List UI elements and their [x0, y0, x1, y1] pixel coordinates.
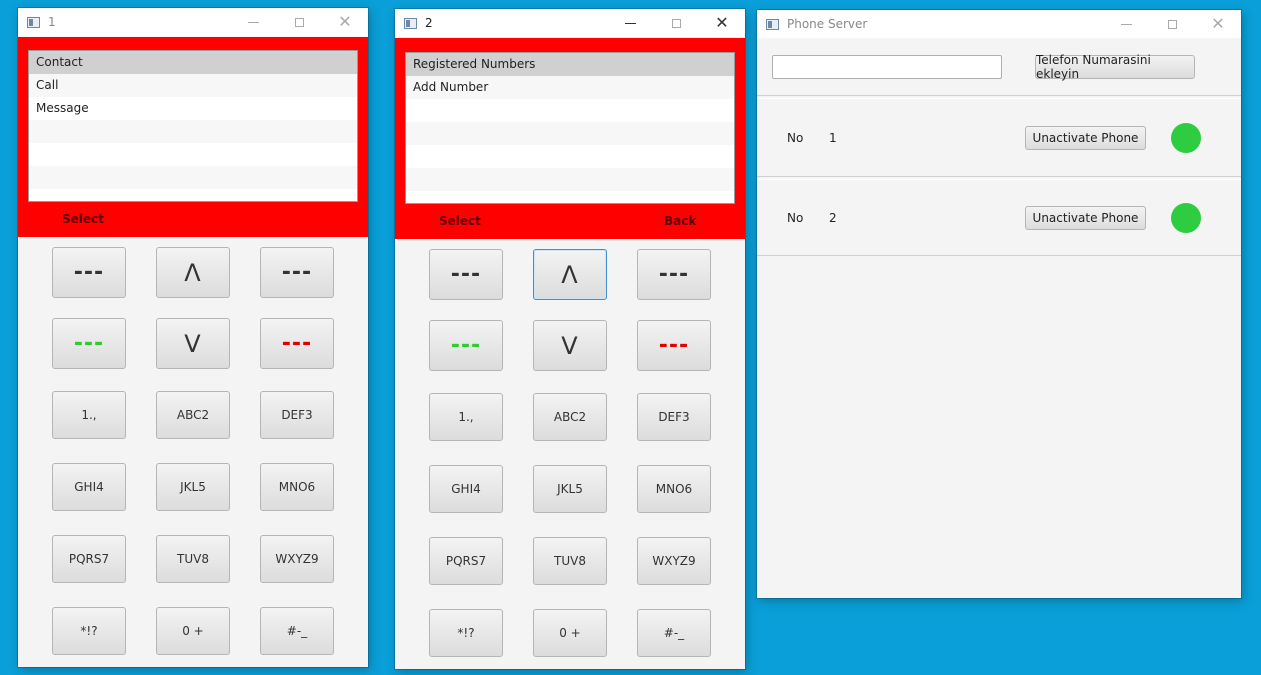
menu-list[interactable]: Registered Numbers Add Number — [405, 52, 735, 204]
phone-window-1: 1 ✕ Contact Call Message Select --- Λ --… — [18, 8, 368, 667]
nav-left-button[interactable]: --- — [429, 249, 503, 300]
app-icon — [766, 18, 779, 30]
close-icon: ✕ — [1211, 14, 1225, 33]
key-6[interactable]: MNO6 — [637, 465, 711, 513]
list-item[interactable]: Call — [29, 74, 357, 97]
app-icon — [27, 16, 40, 28]
maximize-button[interactable] — [653, 9, 699, 37]
softkey-back: Back — [664, 214, 697, 228]
window-title: Phone Server — [787, 17, 868, 31]
key-3[interactable]: DEF3 — [637, 393, 711, 441]
phone-screen: Contact Call Message Select — [18, 37, 368, 237]
key-1[interactable]: 1., — [52, 391, 126, 439]
empty-row — [29, 143, 357, 166]
empty-row — [29, 120, 357, 143]
key-hash[interactable]: #-_ — [260, 607, 334, 655]
key-8[interactable]: TUV8 — [533, 537, 607, 585]
menu-list[interactable]: Contact Call Message — [28, 50, 358, 202]
title-bar[interactable]: Phone Server ✕ — [757, 10, 1241, 38]
maximize-icon — [294, 17, 304, 27]
key-1[interactable]: 1., — [429, 393, 503, 441]
end-button[interactable]: --- — [637, 320, 711, 371]
maximize-button[interactable] — [276, 8, 322, 36]
key-3[interactable]: DEF3 — [260, 391, 334, 439]
window-title: 2 — [425, 16, 433, 30]
list-item[interactable]: Add Number — [406, 76, 734, 99]
key-7[interactable]: PQRS7 — [52, 535, 126, 583]
phone-screen: Registered Numbers Add Number Select Bac… — [395, 38, 745, 239]
unactivate-phone-button[interactable]: Unactivate Phone — [1025, 206, 1146, 230]
up-button[interactable]: Λ — [156, 247, 230, 298]
nav-right-button[interactable]: --- — [260, 247, 334, 298]
close-button[interactable]: ✕ — [1195, 10, 1241, 38]
list-item[interactable]: Registered Numbers — [406, 53, 734, 76]
server-content: Telefon Numarasini ekleyin No 1 Unactiva… — [757, 39, 1241, 598]
key-8[interactable]: TUV8 — [156, 535, 230, 583]
key-4[interactable]: GHI4 — [52, 463, 126, 511]
end-button[interactable]: --- — [260, 318, 334, 369]
row-number: 2 — [829, 211, 837, 225]
status-indicator — [1171, 203, 1201, 233]
key-5[interactable]: JKL5 — [533, 465, 607, 513]
minimize-icon — [624, 22, 636, 24]
call-button[interactable]: --- — [429, 320, 503, 371]
unactivate-phone-button[interactable]: Unactivate Phone — [1025, 126, 1146, 150]
row-label: No — [787, 131, 804, 145]
down-button[interactable]: V — [533, 320, 607, 371]
close-button[interactable]: ✕ — [322, 8, 368, 36]
empty-row — [406, 168, 734, 191]
minimize-button[interactable] — [230, 8, 276, 36]
up-button[interactable]: Λ — [533, 249, 607, 300]
minimize-button[interactable] — [1103, 10, 1149, 38]
add-number-button[interactable]: Telefon Numarasini ekleyin — [1035, 53, 1195, 81]
title-bar[interactable]: 1 ✕ — [18, 8, 368, 36]
key-4[interactable]: GHI4 — [429, 465, 503, 513]
minimize-button[interactable] — [607, 9, 653, 37]
maximize-icon — [671, 18, 681, 28]
key-9[interactable]: WXYZ9 — [260, 535, 334, 583]
maximize-icon — [1167, 19, 1177, 29]
key-2[interactable]: ABC2 — [156, 391, 230, 439]
list-item[interactable]: Message — [29, 97, 357, 120]
key-star[interactable]: *!? — [52, 607, 126, 655]
minimize-icon — [247, 21, 259, 23]
key-2[interactable]: ABC2 — [533, 393, 607, 441]
maximize-button[interactable] — [1149, 10, 1195, 38]
key-hash[interactable]: #-_ — [637, 609, 711, 657]
nav-right-button[interactable]: --- — [637, 249, 711, 300]
close-button[interactable]: ✕ — [699, 9, 745, 37]
close-icon: ✕ — [338, 12, 352, 31]
softkey-select: Select — [62, 212, 104, 226]
softkey-select: Select — [439, 214, 481, 228]
status-indicator — [1171, 123, 1201, 153]
title-bar[interactable]: 2 ✕ — [395, 9, 745, 37]
minimize-icon — [1120, 23, 1132, 25]
close-icon: ✕ — [715, 13, 729, 32]
key-7[interactable]: PQRS7 — [429, 537, 503, 585]
app-icon — [404, 17, 417, 29]
list-item[interactable]: Contact — [29, 51, 357, 74]
phone-window-2: 2 ✕ Registered Numbers Add Number Select… — [395, 9, 745, 669]
key-0[interactable]: 0 + — [156, 607, 230, 655]
key-6[interactable]: MNO6 — [260, 463, 334, 511]
empty-row — [406, 145, 734, 168]
key-0[interactable]: 0 + — [533, 609, 607, 657]
phone-row: No 1 Unactivate Phone — [757, 99, 1241, 177]
separator — [757, 255, 1241, 256]
down-button[interactable]: V — [156, 318, 230, 369]
phone-number-input[interactable] — [772, 55, 1002, 79]
empty-row — [406, 122, 734, 145]
key-star[interactable]: *!? — [429, 609, 503, 657]
key-9[interactable]: WXYZ9 — [637, 537, 711, 585]
empty-row — [29, 166, 357, 189]
key-5[interactable]: JKL5 — [156, 463, 230, 511]
row-label: No — [787, 211, 804, 225]
window-title: 1 — [48, 15, 56, 29]
call-button[interactable]: --- — [52, 318, 126, 369]
phone-server-window: Phone Server ✕ Telefon Numarasini ekleyi… — [757, 10, 1241, 598]
phone-row: No 2 Unactivate Phone — [757, 180, 1241, 258]
nav-left-button[interactable]: --- — [52, 247, 126, 298]
row-number: 1 — [829, 131, 837, 145]
empty-row — [406, 99, 734, 122]
